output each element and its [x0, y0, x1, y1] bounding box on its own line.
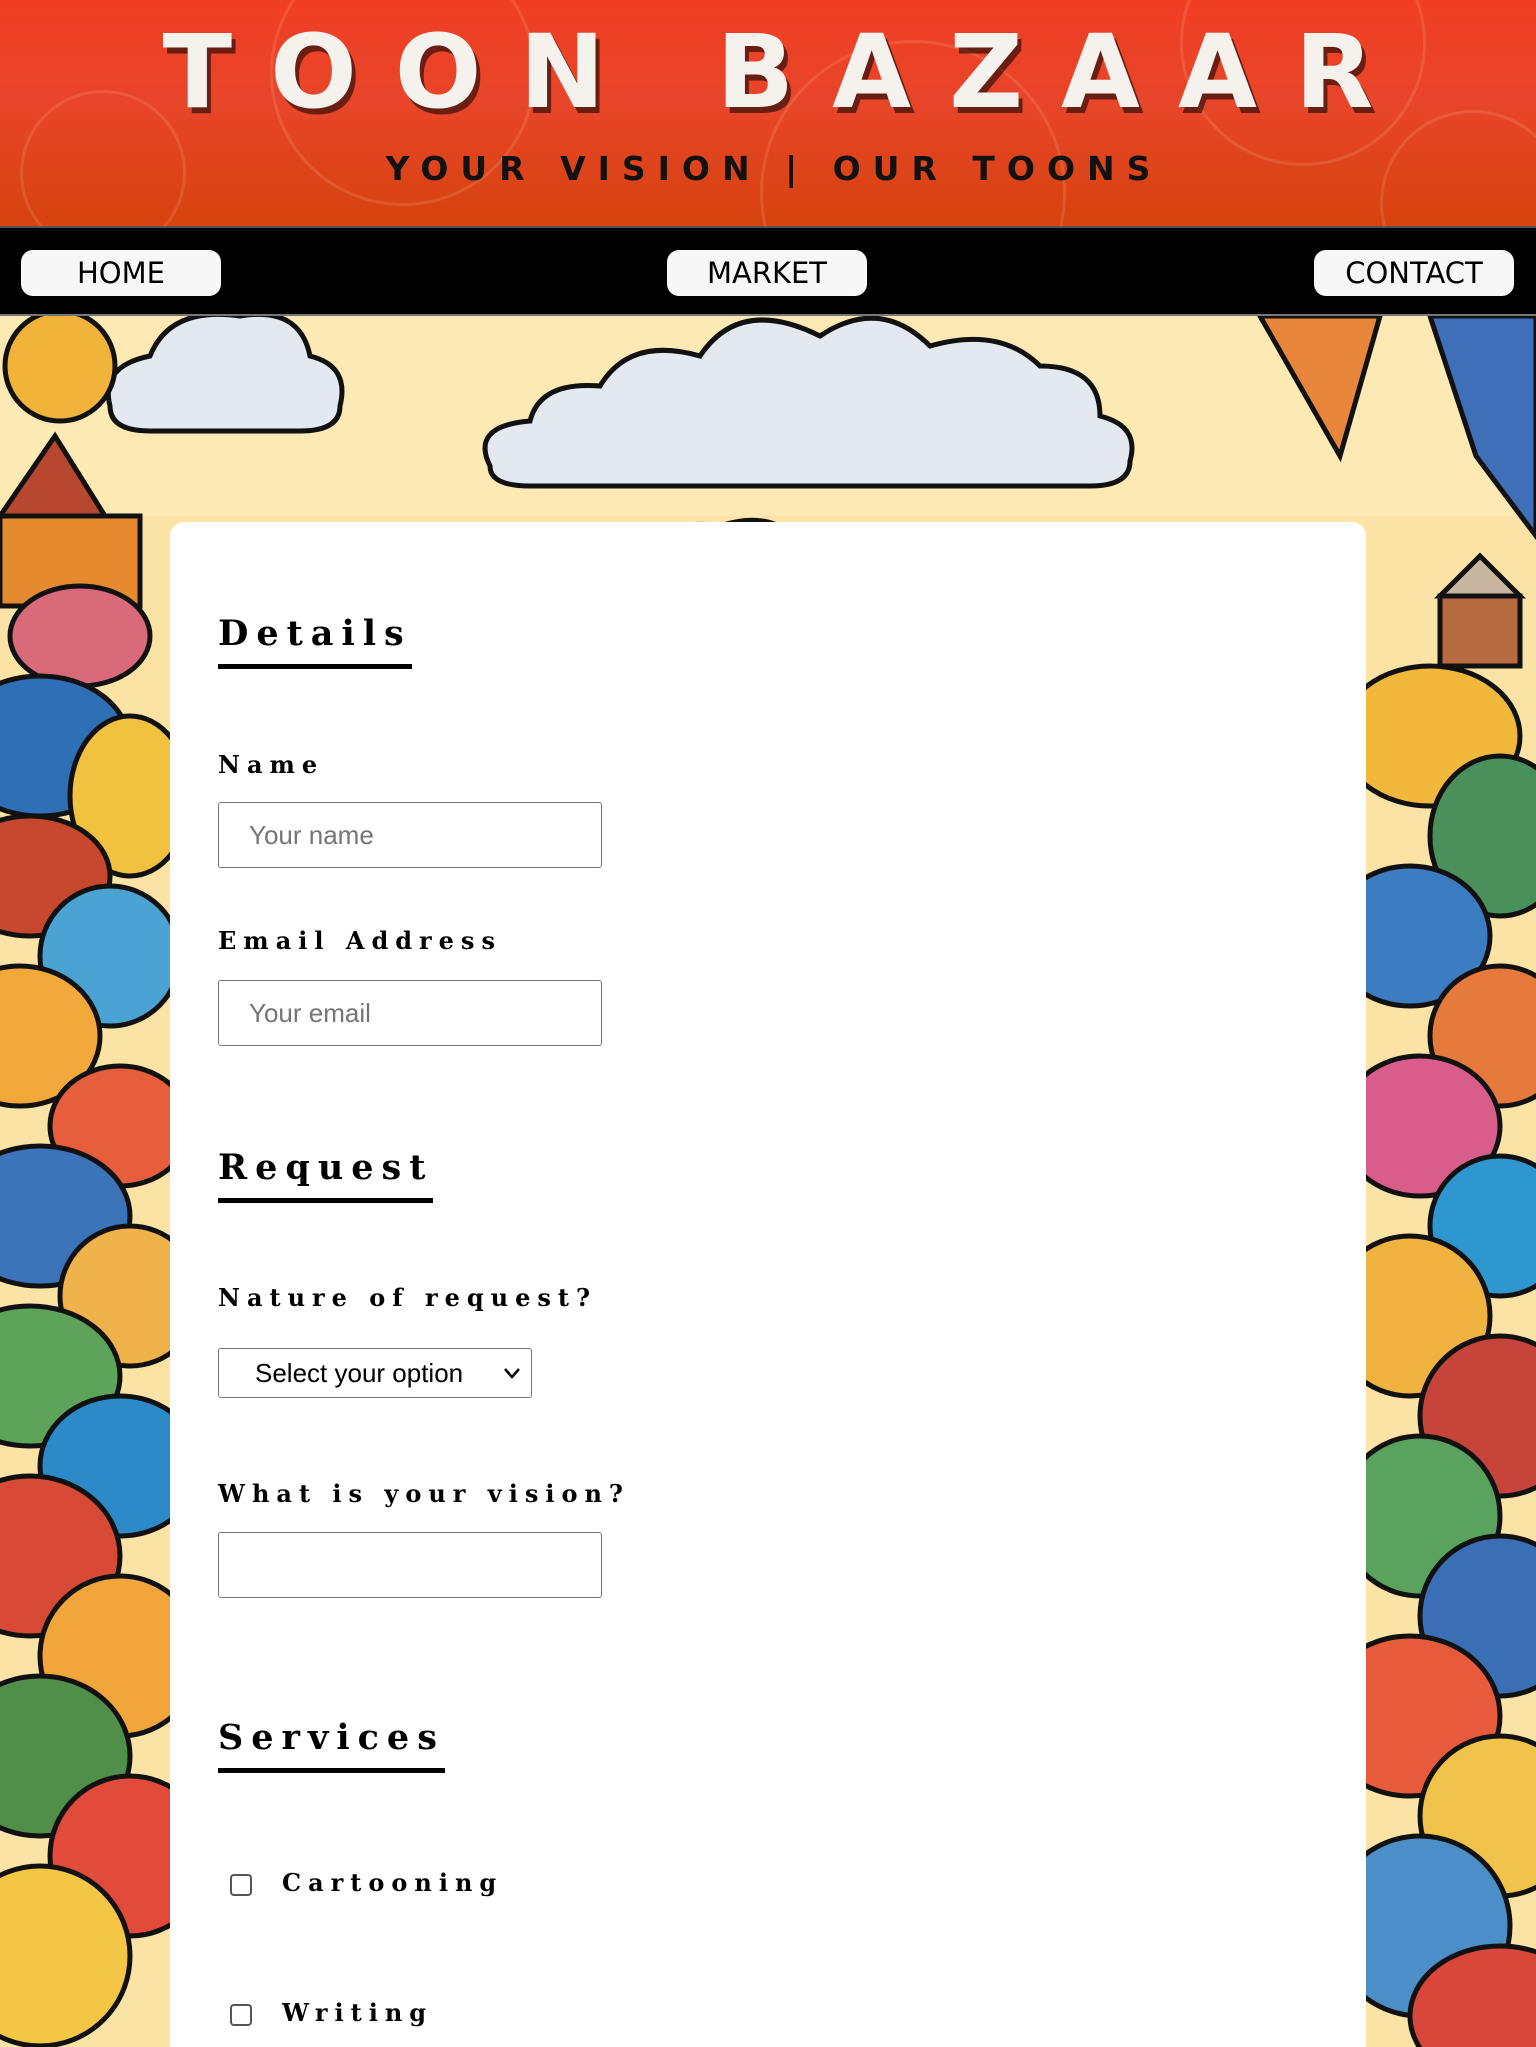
details-heading: Details [218, 613, 412, 670]
main-nav: HOME MARKET CONTACT [0, 226, 1536, 316]
vision-field[interactable] [218, 1532, 602, 1598]
site-tagline: YOUR VISION | OUR TOONS [385, 149, 1163, 188]
nature-label: Nature of request? [218, 1283, 598, 1312]
chevron-down-icon [504, 1368, 520, 1379]
nature-select[interactable]: Select your option [218, 1348, 532, 1398]
writing-label: Writing [282, 1998, 434, 2027]
request-form-card: Details Name Email Address Request Natur… [170, 522, 1366, 2047]
cartooning-label: Cartooning [282, 1868, 504, 1897]
name-label: Name [218, 750, 325, 779]
site-title: TOON BAZAAR [162, 13, 1412, 132]
vision-label: What is your vision? [218, 1479, 630, 1508]
services-heading: Services [218, 1717, 445, 1774]
nav-contact-button[interactable]: CONTACT [1314, 250, 1514, 296]
nav-home-button[interactable]: HOME [21, 250, 221, 296]
nature-select-value: Select your option [255, 1358, 464, 1388]
email-field[interactable] [218, 980, 602, 1046]
site-header: TOON BAZAAR YOUR VISION | OUR TOONS [0, 0, 1536, 226]
cartooning-checkbox[interactable] [230, 1874, 252, 1896]
request-heading: Request [218, 1147, 434, 1204]
email-label: Email Address [218, 926, 502, 955]
writing-checkbox[interactable] [230, 2004, 252, 2026]
name-field[interactable] [218, 802, 602, 868]
nav-market-button[interactable]: MARKET [667, 250, 867, 296]
